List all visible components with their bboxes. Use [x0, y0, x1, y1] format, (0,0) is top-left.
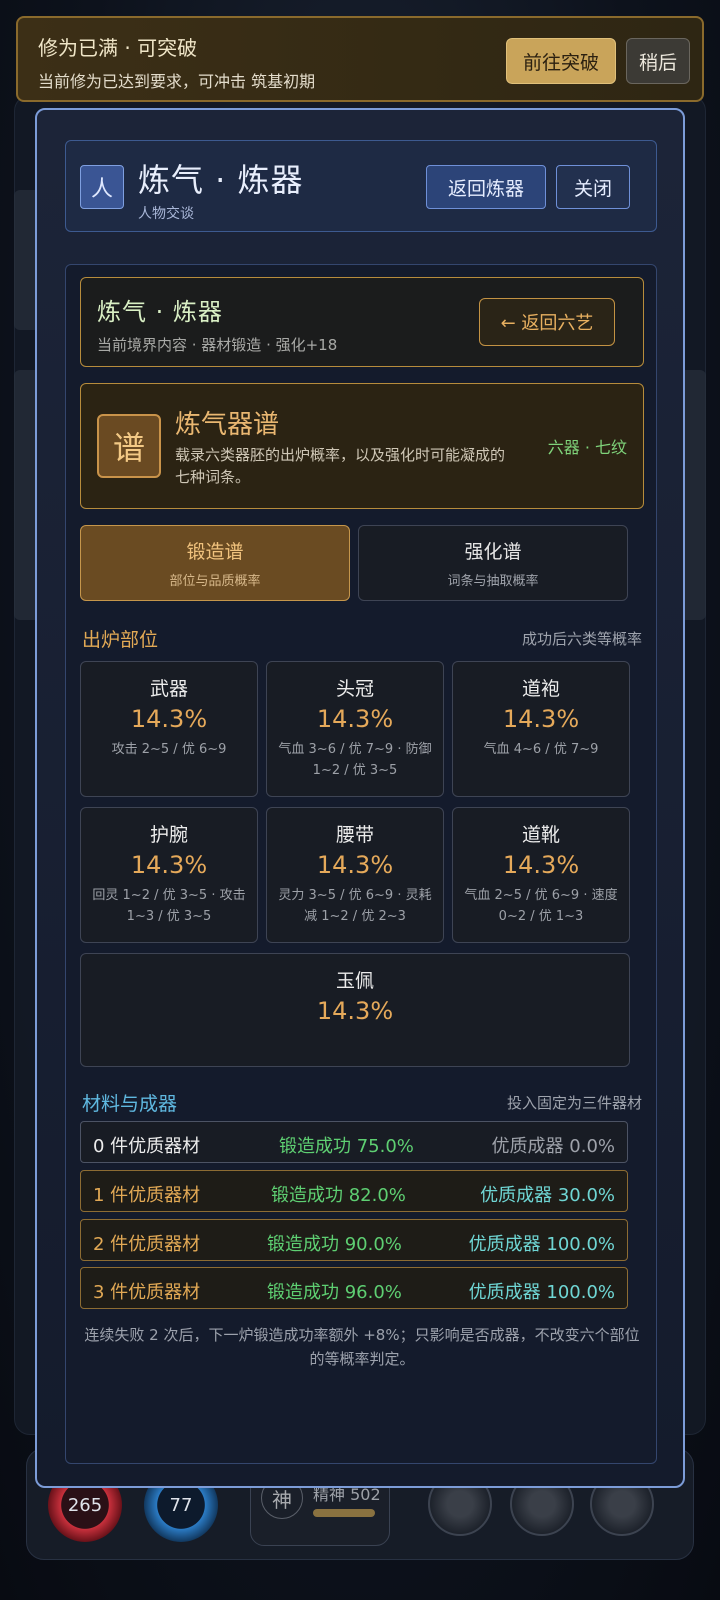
slot-name: 头冠 [335, 678, 374, 700]
later-button[interactable]: 稍后 [626, 38, 690, 84]
modal-header: 人 炼气 · 炼器 人物交谈 返回炼器 关闭 [65, 140, 657, 232]
recipe-tag: 六器 · 七纹 [547, 438, 627, 457]
slot-name: 护腕 [149, 824, 188, 846]
slot-card: 头冠 14.3% 气血 3~6 / 优 7~9 · 防御 1~2 / 优 3~5 [266, 661, 444, 797]
material-success-rate: 锻造成功 75.0% [279, 1136, 414, 1157]
slot-probability: 14.3% [130, 851, 208, 879]
recipe-title: 炼气器谱 [175, 410, 280, 440]
footnote: 连续失败 2 次后，下一炉锻造成功率额外 +8%；只影响是否成器，不改变六个部位… [84, 1326, 640, 1368]
tab-label: 强化谱 [464, 541, 522, 563]
tab-sublabel: 词条与抽取概率 [447, 574, 539, 589]
slot-card: 武器 14.3% 攻击 2~5 / 优 6~9 [80, 661, 258, 797]
slot-probability: 14.3% [316, 997, 394, 1025]
notice-subtitle: 当前修为已达到要求，可冲击 筑基初期 [38, 72, 316, 91]
slot-description: 回灵 1~2 / 优 3~5 · 攻击 1~3 / 优 3~5 [92, 888, 246, 924]
spirit-bar [313, 1509, 375, 1517]
material-row: 0 件优质器材 锻造成功 75.0% 优质成器 0.0% [80, 1121, 628, 1163]
modal-content: 炼气 · 炼器 当前境界内容 · 器材锻造 · 强化+18 ← 返回六艺 谱 炼… [65, 264, 657, 1464]
slot-probability: 14.3% [316, 851, 394, 879]
material-row: 1 件优质器材 锻造成功 82.0% 优质成器 30.0% [80, 1170, 628, 1212]
back-to-six-arts-button[interactable]: ← 返回六艺 [479, 298, 615, 346]
forge-modal: 人 炼气 · 炼器 人物交谈 返回炼器 关闭 炼气 · 炼器 当前境界内容 · … [35, 108, 685, 1488]
slots-section-label: 出炉部位 [82, 629, 159, 651]
material-row: 2 件优质器材 锻造成功 90.0% 优质成器 100.0% [80, 1219, 628, 1261]
slot-card: 道袍 14.3% 气血 4~6 / 优 7~9 [452, 661, 630, 797]
slot-card: 护腕 14.3% 回灵 1~2 / 优 3~5 · 攻击 1~3 / 优 3~5 [80, 807, 258, 943]
modal-title: 炼气 · 炼器 [138, 161, 304, 199]
slot-name: 道靴 [521, 824, 560, 846]
back-to-forge-button[interactable]: 返回炼器 [426, 165, 546, 209]
close-button[interactable]: 关闭 [556, 165, 630, 209]
slot-name: 玉佩 [335, 970, 374, 992]
material-count: 3 件优质器材 [93, 1282, 201, 1303]
recipe-book-icon: 谱 [97, 414, 161, 478]
material-success-rate: 锻造成功 96.0% [267, 1282, 402, 1303]
material-quality-rate: 优质成器 100.0% [468, 1282, 615, 1303]
mp-value: 77 [169, 1494, 193, 1516]
slot-card: 道靴 14.3% 气血 2~5 / 优 6~9 · 速度 0~2 / 优 1~3 [452, 807, 630, 943]
section-header: 炼气 · 炼器 当前境界内容 · 器材锻造 · 强化+18 ← 返回六艺 [80, 277, 644, 367]
material-quality-rate: 优质成器 0.0% [491, 1136, 615, 1157]
tab-label: 锻造谱 [186, 541, 244, 563]
section-title: 炼气 · 炼器 [97, 298, 223, 326]
character-icon: 人 [80, 165, 124, 209]
slot-name: 腰带 [335, 824, 374, 846]
slot-card: 腰带 14.3% 灵力 3~5 / 优 6~9 · 灵耗减 1~2 / 优 2~… [266, 807, 444, 943]
slot-probability: 14.3% [502, 705, 580, 733]
slot-probability: 14.3% [316, 705, 394, 733]
section-subtitle: 当前境界内容 · 器材锻造 · 强化+18 [97, 336, 338, 354]
tab-sublabel: 部位与品质概率 [169, 574, 261, 589]
breakthrough-notice: 修为已满 · 可突破 当前修为已达到要求，可冲击 筑基初期 前往突破 稍后 [16, 16, 704, 102]
slots-section-note: 成功后六类等概率 [521, 630, 642, 648]
material-count: 0 件优质器材 [93, 1136, 201, 1157]
material-count: 1 件优质器材 [93, 1185, 201, 1206]
go-breakthrough-button[interactable]: 前往突破 [506, 38, 616, 84]
slot-probability: 14.3% [502, 851, 580, 879]
slot-name: 道袍 [521, 678, 560, 700]
material-count: 2 件优质器材 [93, 1234, 201, 1255]
tab-forge[interactable]: 锻造谱 部位与品质概率 [80, 525, 350, 601]
slot-description: 气血 3~6 / 优 7~9 · 防御 1~2 / 优 3~5 [278, 742, 432, 778]
slot-name: 武器 [149, 678, 188, 700]
material-success-rate: 锻造成功 82.0% [271, 1185, 406, 1206]
slot-description: 气血 2~5 / 优 6~9 · 速度 0~2 / 优 1~3 [464, 888, 618, 924]
notice-title: 修为已满 · 可突破 [38, 36, 198, 60]
material-row: 3 件优质器材 锻造成功 96.0% 优质成器 100.0% [80, 1267, 628, 1309]
recipe-description: 载录六类器胚的出炉概率，以及强化时可能凝成的七种词条。 [175, 446, 506, 486]
slot-description: 灵力 3~5 / 优 6~9 · 灵耗减 1~2 / 优 2~3 [278, 888, 432, 924]
slot-probability: 14.3% [130, 705, 208, 733]
modal-subtitle: 人物交谈 [138, 206, 194, 222]
slot-card: 玉佩 14.3% [80, 953, 630, 1067]
tab-enhance[interactable]: 强化谱 词条与抽取概率 [358, 525, 628, 601]
material-quality-rate: 优质成器 100.0% [468, 1234, 615, 1255]
hp-value: 265 [67, 1494, 103, 1516]
material-success-rate: 锻造成功 90.0% [267, 1234, 402, 1255]
materials-section-note: 投入固定为三件器材 [506, 1094, 642, 1112]
materials-section-label: 材料与成器 [82, 1093, 178, 1115]
slot-description: 气血 4~6 / 优 7~9 [483, 742, 599, 757]
recipe-card: 谱 炼气器谱 载录六类器胚的出炉概率，以及强化时可能凝成的七种词条。 六器 · … [80, 383, 644, 509]
slot-description: 攻击 2~5 / 优 6~9 [111, 742, 227, 757]
material-quality-rate: 优质成器 30.0% [480, 1185, 615, 1206]
